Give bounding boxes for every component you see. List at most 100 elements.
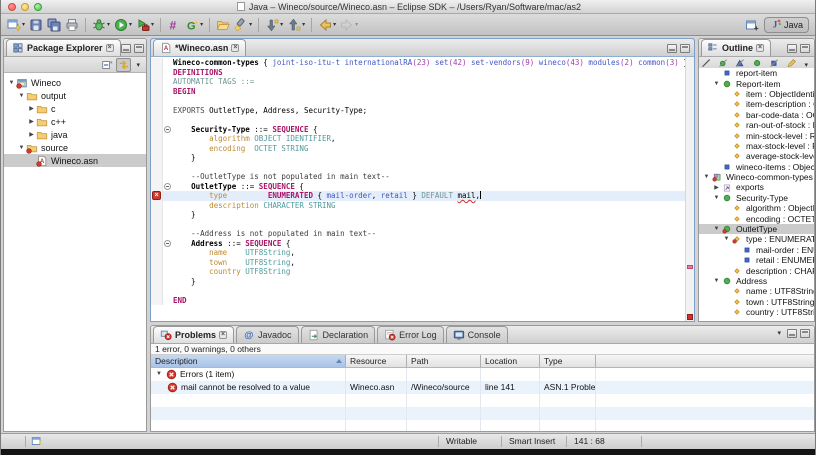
code-text[interactable]: name UTF8String, xyxy=(173,248,685,258)
outline-item[interactable]: ▼Security-Type xyxy=(699,193,814,203)
package-explorer-item[interactable]: ▶c xyxy=(4,102,146,115)
collapse-arrow-icon[interactable]: ▼ xyxy=(712,195,721,201)
outline-item[interactable]: item : ObjectIdentifie xyxy=(699,89,814,99)
code-text[interactable]: END xyxy=(173,296,685,306)
outline-item[interactable]: encoding : OCTET ST xyxy=(699,213,814,223)
expand-arrow-icon[interactable]: ▶ xyxy=(712,184,721,191)
collapse-arrow-icon[interactable]: ▼ xyxy=(712,81,721,87)
close-icon[interactable]: × xyxy=(231,44,239,52)
close-icon[interactable]: × xyxy=(219,331,227,339)
tab-console[interactable]: Console xyxy=(446,326,508,343)
code-text[interactable]: --Address is not populated in main text-… xyxy=(173,229,685,239)
code-text[interactable] xyxy=(173,163,685,173)
collapse-arrow-icon[interactable]: ▼ xyxy=(722,236,731,242)
overall-error-indicator[interactable] xyxy=(687,314,693,320)
open-perspective-button[interactable]: + xyxy=(745,18,759,32)
link-with-editor-button[interactable] xyxy=(116,58,131,72)
outline-item[interactable]: min-stock-level : RE xyxy=(699,130,814,140)
outline-item[interactable]: description : CHARA xyxy=(699,265,814,275)
maximize-view-button[interactable] xyxy=(800,44,810,53)
minimize-view-button[interactable] xyxy=(121,44,131,53)
save-all-button[interactable] xyxy=(45,16,63,34)
code-text[interactable]: Wineco-common-types { joint-iso-itu-t in… xyxy=(173,58,685,68)
dropdown-arrow-icon[interactable]: ▾ xyxy=(129,21,132,28)
outline-item[interactable]: ▼Wineco-common-types xyxy=(699,172,814,182)
code-text[interactable]: } xyxy=(173,153,685,163)
code-text[interactable] xyxy=(173,286,685,296)
outline-item[interactable]: town : UTF8String xyxy=(699,297,814,307)
outline-item[interactable]: ▼Report-item xyxy=(699,78,814,88)
code-text[interactable]: EXPORTS OutletType, Address, Security-Ty… xyxy=(173,106,685,116)
package-explorer-item[interactable]: ▼source xyxy=(4,141,146,154)
code-text[interactable]: description CHARACTER STRING xyxy=(173,201,685,211)
code-text[interactable]: } xyxy=(173,277,685,287)
package-explorer-item[interactable]: ▼output xyxy=(4,89,146,102)
outline-item[interactable]: mail-order : ENUM xyxy=(699,245,814,255)
tab-problems[interactable]: Problems× xyxy=(153,326,234,343)
outline-item[interactable]: algorithm : ObjectIde xyxy=(699,203,814,213)
save-button[interactable] xyxy=(27,16,45,34)
view-menu-button[interactable]: ▾ xyxy=(774,329,784,340)
maximize-editor-button[interactable] xyxy=(680,44,690,53)
minimize-view-button[interactable] xyxy=(787,44,797,53)
code-text[interactable]: encoding OCTET STRING xyxy=(173,144,685,154)
code-text[interactable]: --OutletType is not populated in main te… xyxy=(173,172,685,182)
outline-item[interactable]: max-stock-level : RE xyxy=(699,141,814,151)
dropdown-arrow-icon[interactable]: ▾ xyxy=(107,21,110,28)
code-text[interactable]: AUTOMATIC TAGS ::= xyxy=(173,77,685,87)
code-text[interactable]: BEGIN xyxy=(173,87,685,97)
collapse-arrow-icon[interactable]: ▼ xyxy=(712,226,721,232)
new-asn-project-button[interactable]: # xyxy=(165,16,183,34)
fold-collapse-icon[interactable] xyxy=(164,126,171,133)
tab-error-log[interactable]: Error Log xyxy=(377,326,444,343)
package-explorer-item[interactable]: AWineco.asn xyxy=(4,154,146,167)
expand-arrow-icon[interactable]: ▶ xyxy=(27,105,36,112)
code-text[interactable]: type ENUMERATED { mail-order, retail } D… xyxy=(173,191,685,201)
tab-package-explorer[interactable]: Package Explorer × xyxy=(6,39,121,56)
fold-collapse-icon[interactable] xyxy=(164,240,171,247)
outline-item[interactable]: retail : ENUMERAT xyxy=(699,255,814,265)
maximize-view-button[interactable] xyxy=(134,44,144,53)
collapse-arrow-icon[interactable]: ▼ xyxy=(702,174,711,180)
open-resource-button[interactable] xyxy=(214,16,232,34)
new-button[interactable]: ▾ xyxy=(5,16,27,34)
tab-javadoc[interactable]: @Javadoc xyxy=(236,326,299,343)
maximize-view-button[interactable] xyxy=(800,329,810,338)
problem-row[interactable]: mail cannot be resolved to a valueWineco… xyxy=(151,381,814,394)
run-button[interactable]: ▾ xyxy=(112,16,134,34)
debug-button[interactable]: ▾ xyxy=(90,16,112,34)
dropdown-arrow-icon[interactable]: ▾ xyxy=(280,21,283,28)
tab-outline[interactable]: Outline × xyxy=(701,39,771,56)
generate-button[interactable]: G▾ xyxy=(183,16,205,34)
fold-collapse-icon[interactable] xyxy=(164,183,171,190)
tab-declaration[interactable]: Declaration xyxy=(301,326,376,343)
view-menu-button[interactable]: ▾ xyxy=(133,61,143,69)
dropdown-arrow-icon[interactable]: ▾ xyxy=(200,21,203,28)
outline-item[interactable]: bar-code-data : OCT xyxy=(699,110,814,120)
outline-item[interactable]: item-description : O xyxy=(699,99,814,109)
dropdown-arrow-icon[interactable]: ▾ xyxy=(302,21,305,28)
column-header-type[interactable]: Type xyxy=(540,355,596,367)
column-header-path[interactable]: Path xyxy=(407,355,481,367)
collapse-arrow-icon[interactable]: ▼ xyxy=(712,278,721,284)
dropdown-arrow-icon[interactable]: ▾ xyxy=(249,21,252,28)
outline-item[interactable]: name : UTF8String xyxy=(699,286,814,296)
outline-item[interactable]: ▼type : ENUMERATED xyxy=(699,234,814,244)
minimize-editor-button[interactable] xyxy=(667,44,677,53)
java-perspective-button[interactable]: J Java xyxy=(764,17,809,33)
collapse-arrow-icon[interactable]: ▼ xyxy=(7,80,16,86)
tab-wineco-asn[interactable]: A *Wineco.asn × xyxy=(153,39,246,56)
problem-row[interactable]: ▼Errors (1 item) xyxy=(151,368,814,381)
search-button[interactable]: ▾ xyxy=(232,16,254,34)
code-text[interactable]: OutletType ::= SEQUENCE { xyxy=(173,182,685,192)
package-explorer-item[interactable]: ▶java xyxy=(4,128,146,141)
collapse-all-button[interactable] xyxy=(99,58,114,72)
outline-item[interactable]: ▼OutletType xyxy=(699,224,814,234)
package-explorer-item[interactable]: ▶c++ xyxy=(4,115,146,128)
outline-item[interactable]: country : UTF8String xyxy=(699,307,814,317)
code-text[interactable]: Security-Type ::= SEQUENCE { xyxy=(173,125,685,135)
forward-button[interactable]: ▾ xyxy=(338,16,360,34)
close-icon[interactable]: × xyxy=(106,44,114,52)
previous-annotation-button[interactable]: ▾ xyxy=(285,16,307,34)
error-marker-icon[interactable]: × xyxy=(152,191,161,200)
